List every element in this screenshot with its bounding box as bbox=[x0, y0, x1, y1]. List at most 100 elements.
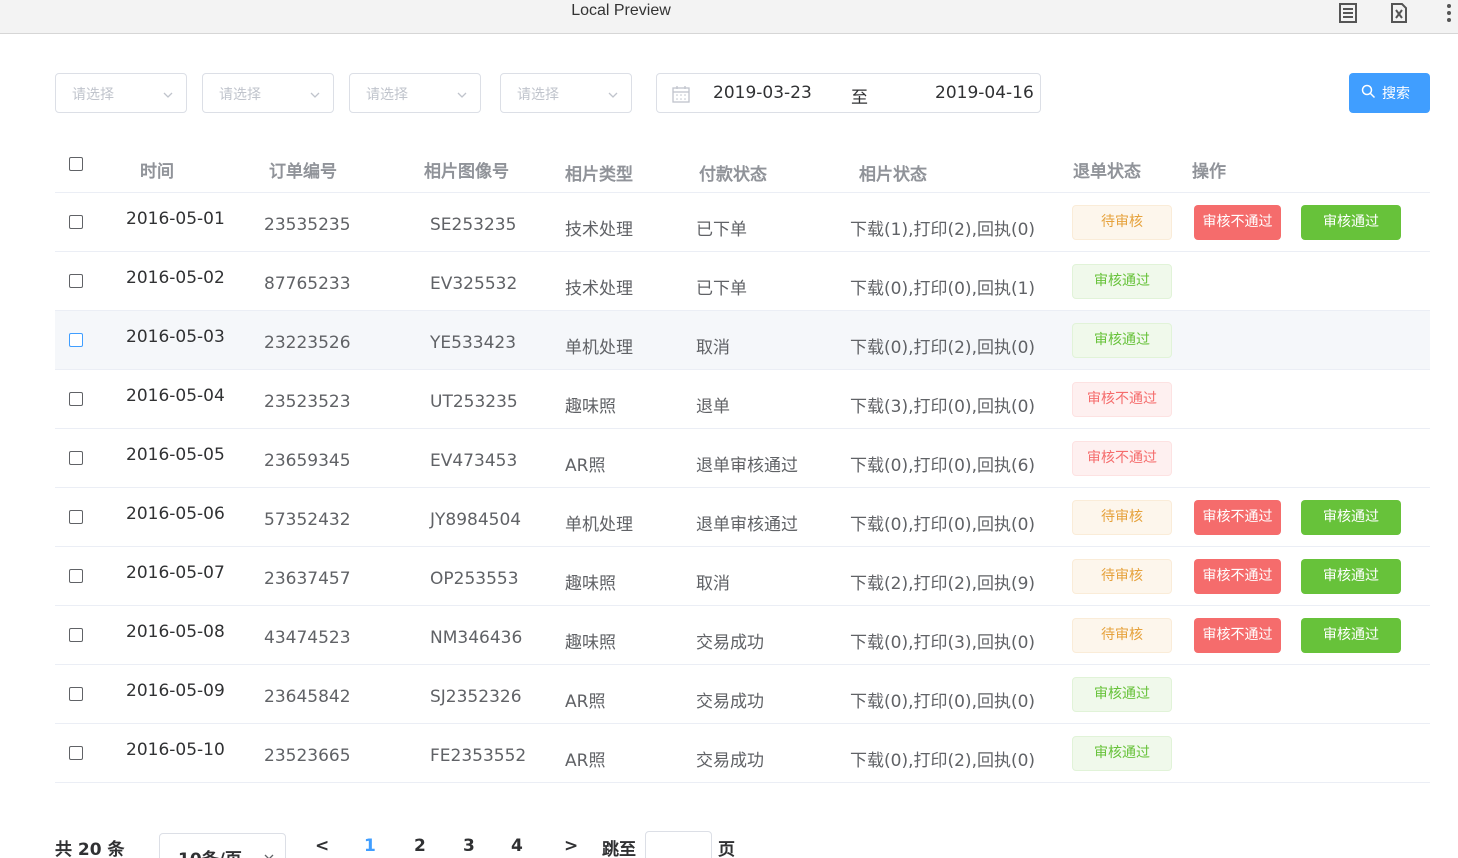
refund-status-badge: 审核通过 bbox=[1072, 736, 1172, 771]
cell-photo-type: 趣味照 bbox=[565, 397, 616, 417]
refund-status-badge: 待审核 bbox=[1072, 559, 1172, 594]
window-title: Local Preview bbox=[571, 2, 671, 19]
chevron-down-icon bbox=[162, 86, 174, 98]
approve-button[interactable]: 审核通过 bbox=[1301, 559, 1401, 594]
row-checkbox[interactable] bbox=[69, 333, 83, 347]
cell-pay-status: 取消 bbox=[696, 338, 730, 358]
cell-order-no: 23659345 bbox=[264, 451, 351, 471]
prev-page-button[interactable]: < bbox=[315, 836, 329, 856]
filter-select-3[interactable]: 请选择 bbox=[349, 73, 481, 113]
date-range-picker[interactable]: 2019-03-23 至 2019-04-16 bbox=[656, 73, 1041, 113]
cell-date: 2016-05-07 bbox=[126, 563, 225, 583]
select-placeholder: 请选择 bbox=[72, 87, 114, 103]
cell-order-no: 23523665 bbox=[264, 746, 351, 766]
refund-status-badge: 审核通过 bbox=[1072, 323, 1172, 358]
row-checkbox[interactable] bbox=[69, 687, 83, 701]
pagination: 共 20 条 10条/页 < 1 2 3 4 > 跳至 页 bbox=[0, 825, 1458, 858]
cell-photo-type: AR照 bbox=[565, 456, 606, 476]
cell-photo-type: 单机处理 bbox=[565, 338, 633, 358]
page-3[interactable]: 3 bbox=[463, 836, 475, 856]
table-row: 2016-05-01 23535235 SE253235 技术处理 已下单 下载(1),打… bbox=[55, 193, 1430, 252]
page-4[interactable]: 4 bbox=[511, 836, 523, 856]
cell-photo-status: 下载(0),打印(0),回执(6) bbox=[850, 456, 1036, 476]
header-actions: 操作 bbox=[1192, 162, 1226, 182]
next-page-button[interactable]: > bbox=[564, 836, 578, 856]
table-header: 时间 订单编号 相片图像号 相片类型 付款状态 相片状态 退单状态 操作 bbox=[55, 140, 1430, 193]
start-date-input[interactable]: 2019-03-23 bbox=[713, 83, 812, 103]
approve-button[interactable]: 审核通过 bbox=[1301, 618, 1401, 653]
cell-date: 2016-05-04 bbox=[126, 386, 225, 406]
cell-photo-type: AR照 bbox=[565, 692, 606, 712]
chevron-down-icon bbox=[263, 848, 275, 858]
table-row: 2016-05-08 43474523 NM346436 趣味照 交易成功 下载(0),打… bbox=[55, 606, 1430, 665]
reject-button[interactable]: 审核不通过 bbox=[1194, 500, 1281, 535]
search-icon bbox=[1361, 84, 1376, 99]
select-placeholder: 请选择 bbox=[219, 87, 261, 103]
table-row: 2016-05-07 23637457 OP253553 趣味照 取消 下载(2),打印(… bbox=[55, 547, 1430, 606]
cell-date: 2016-05-03 bbox=[126, 327, 225, 347]
filter-select-1[interactable]: 请选择 bbox=[55, 73, 187, 113]
header-order-no: 订单编号 bbox=[269, 162, 337, 182]
cell-pay-status: 退单 bbox=[696, 397, 730, 417]
cell-date: 2016-05-01 bbox=[126, 209, 225, 229]
page-1[interactable]: 1 bbox=[364, 836, 376, 856]
chevron-down-icon bbox=[456, 86, 468, 98]
select-all-checkbox[interactable] bbox=[69, 157, 83, 171]
cell-photo-status: 下载(0),打印(0),回执(0) bbox=[850, 692, 1036, 712]
cell-order-no: 23535235 bbox=[264, 215, 351, 235]
row-checkbox[interactable] bbox=[69, 746, 83, 760]
filter-select-2[interactable]: 请选择 bbox=[202, 73, 334, 113]
reject-button[interactable]: 审核不通过 bbox=[1194, 618, 1281, 653]
row-checkbox[interactable] bbox=[69, 451, 83, 465]
cell-date: 2016-05-06 bbox=[126, 504, 225, 524]
row-checkbox[interactable] bbox=[69, 274, 83, 288]
page-2[interactable]: 2 bbox=[414, 836, 426, 856]
refund-status-badge: 审核通过 bbox=[1072, 677, 1172, 712]
cell-pay-status: 已下单 bbox=[696, 279, 747, 299]
cell-photo-no: YE533423 bbox=[430, 333, 517, 353]
approve-button[interactable]: 审核通过 bbox=[1301, 500, 1401, 535]
select-placeholder: 请选择 bbox=[517, 87, 559, 103]
export-icon[interactable] bbox=[1388, 2, 1410, 24]
cell-date: 2016-05-02 bbox=[126, 268, 225, 288]
cell-order-no: 23523523 bbox=[264, 392, 351, 412]
window-titlebar: Local Preview bbox=[0, 0, 1458, 34]
cell-pay-status: 取消 bbox=[696, 574, 730, 594]
cell-photo-status: 下载(1),打印(2),回执(0) bbox=[850, 220, 1036, 240]
cell-photo-status: 下载(3),打印(0),回执(0) bbox=[850, 397, 1036, 417]
reject-button[interactable]: 审核不通过 bbox=[1194, 205, 1281, 240]
table-row: 2016-05-06 57352432 JY8984504 单机处理 退单审核通过 下载(… bbox=[55, 488, 1430, 547]
more-icon[interactable] bbox=[1444, 2, 1454, 24]
table-row: 2016-05-03 23223526 YE533423 单机处理 取消 下载(0),打印… bbox=[55, 311, 1430, 370]
page-suffix: 页 bbox=[718, 840, 735, 858]
end-date-input[interactable]: 2019-04-16 bbox=[935, 83, 1034, 103]
cell-pay-status: 交易成功 bbox=[696, 633, 764, 653]
cell-photo-type: 技术处理 bbox=[565, 279, 633, 299]
row-checkbox[interactable] bbox=[69, 510, 83, 524]
header-photo-status: 相片状态 bbox=[859, 165, 927, 185]
cell-photo-no: SE253235 bbox=[430, 215, 517, 235]
table-row: 2016-05-04 23523523 UT253235 趣味照 退单 下载(3),打印(… bbox=[55, 370, 1430, 429]
document-icon[interactable] bbox=[1337, 2, 1359, 24]
table-row: 2016-05-02 87765233 EV325532 技术处理 已下单 下载(0),打… bbox=[55, 252, 1430, 311]
row-checkbox[interactable] bbox=[69, 628, 83, 642]
row-checkbox[interactable] bbox=[69, 215, 83, 229]
header-pay-status: 付款状态 bbox=[699, 165, 767, 185]
cell-photo-no: JY8984504 bbox=[430, 510, 522, 530]
jump-page-input[interactable] bbox=[645, 831, 712, 858]
cell-photo-status: 下载(0),打印(0),回执(1) bbox=[850, 279, 1036, 299]
refund-status-badge: 待审核 bbox=[1072, 618, 1172, 653]
reject-button[interactable]: 审核不通过 bbox=[1194, 559, 1281, 594]
approve-button[interactable]: 审核通过 bbox=[1301, 205, 1401, 240]
cell-pay-status: 退单审核通过 bbox=[696, 515, 798, 535]
cell-photo-type: 单机处理 bbox=[565, 515, 633, 535]
refund-status-badge: 审核不通过 bbox=[1072, 382, 1172, 417]
cell-order-no: 57352432 bbox=[264, 510, 351, 530]
row-checkbox[interactable] bbox=[69, 392, 83, 406]
filter-select-4[interactable]: 请选择 bbox=[500, 73, 632, 113]
page-size-select[interactable]: 10条/页 bbox=[159, 833, 286, 858]
search-button[interactable]: 搜索 bbox=[1349, 73, 1430, 113]
cell-photo-type: 趣味照 bbox=[565, 574, 616, 594]
cell-order-no: 23637457 bbox=[264, 569, 351, 589]
row-checkbox[interactable] bbox=[69, 569, 83, 583]
